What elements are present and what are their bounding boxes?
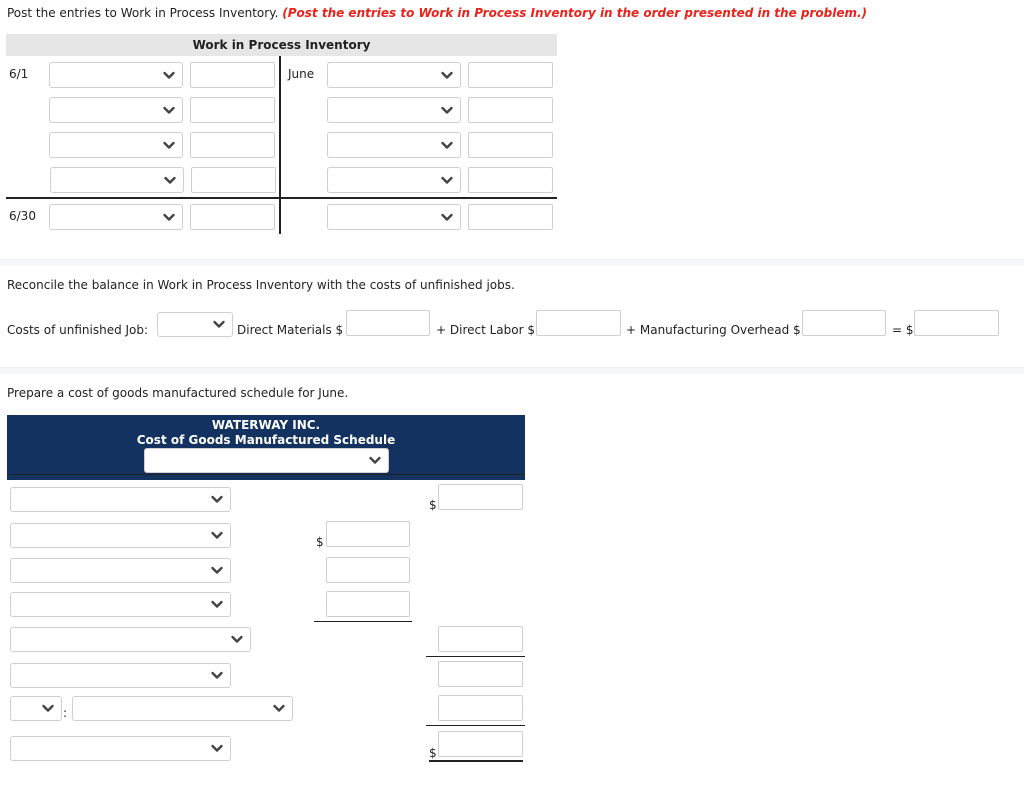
total-underline [426,725,525,726]
credit-amount-input-2[interactable] [468,97,553,123]
t-account-vertical-line [279,56,281,234]
debit-account-select-2[interactable] [49,97,183,123]
credit-amount-input-1[interactable] [468,62,553,88]
chevron-down-icon [162,138,176,152]
direct-labor-label: + Direct Labor $ [436,323,535,337]
colon-separator: : [63,706,68,720]
direct-materials-input[interactable] [346,310,430,336]
instruction-note: (Post the entries to Work in Process Inv… [282,6,868,20]
unfinished-job-total-input[interactable] [914,310,999,336]
schedule-title: Cost of Goods Manufactured Schedule [136,433,396,447]
section-divider [0,367,1024,374]
company-name: WATERWAY INC. [211,418,321,432]
chevron-down-icon [210,492,224,506]
chevron-down-icon [210,597,224,611]
chevron-down-icon [41,701,55,715]
chevron-down-icon [162,68,176,82]
debit-account-select-1[interactable] [49,62,183,88]
debit-amount-input-1[interactable] [190,62,275,88]
schedule-row-2-select[interactable] [10,523,231,548]
subtotal-underline [314,621,412,622]
equals-label: = $ [892,323,914,337]
schedule-row-1-select[interactable] [10,487,231,512]
schedule-row-7-select[interactable] [72,696,293,721]
chevron-down-icon [210,741,224,755]
period-select[interactable] [144,448,389,473]
schedule-row-5-col2-input[interactable] [438,626,523,652]
schedule-row-6-select[interactable] [10,663,231,688]
direct-materials-label: Direct Materials $ [237,323,344,337]
instruction-main: Post the entries to Work in Process Inve… [7,6,279,20]
header-underline [9,474,525,475]
schedule-row-4-col1-input[interactable] [326,591,410,617]
debit-amount-input-3[interactable] [190,132,275,158]
credit-account-select-4[interactable] [327,167,461,193]
currency-symbol: $ [429,498,437,512]
currency-symbol: $ [429,746,437,760]
debit-account-select-3[interactable] [49,132,183,158]
schedule-row-7-prefix-select[interactable] [10,696,62,721]
double-underline [429,760,523,762]
total-underline [426,656,525,657]
debit-account-select-4[interactable] [50,167,184,193]
chevron-down-icon [162,210,176,224]
manufacturing-overhead-label: + Manufacturing Overhead $ [626,323,801,337]
credit-amount-input-3[interactable] [468,132,553,158]
credit-amount-input-5[interactable] [468,204,553,230]
direct-labor-input[interactable] [536,310,621,336]
credit-account-select-3[interactable] [327,132,461,158]
chevron-down-icon [163,173,177,187]
chevron-down-icon [210,563,224,577]
ending-balance-account-select[interactable] [49,204,183,230]
t-account-title: Work in Process Inventory [6,34,557,56]
credit-date-label: June [288,67,315,81]
section-divider [0,259,1024,266]
credit-amount-input-4[interactable] [468,167,553,193]
chevron-down-icon [212,317,226,331]
unfinished-job-select[interactable] [157,312,233,337]
currency-symbol: $ [316,535,324,549]
chevron-down-icon [440,138,454,152]
debit-amount-input-2[interactable] [190,97,275,123]
chevron-down-icon [272,701,286,715]
schedule-instruction: Prepare a cost of goods manufactured sch… [7,386,349,400]
debit-date-label: 6/1 [9,67,29,81]
schedule-row-8-select[interactable] [10,736,231,761]
chevron-down-icon [230,632,244,646]
schedule-row-7-col2-input[interactable] [438,695,523,721]
chevron-down-icon [440,68,454,82]
credit-account-select-5[interactable] [327,204,461,230]
debit-amount-input-4[interactable] [191,167,276,193]
cost-of-goods-manufactured-input[interactable] [438,731,523,757]
chevron-down-icon [440,173,454,187]
t-account-balance-line [6,197,557,199]
schedule-row-1-col2-input[interactable] [438,484,523,510]
chevron-down-icon [210,668,224,682]
credit-account-select-2[interactable] [327,97,461,123]
chevron-down-icon [440,103,454,117]
schedule-row-5-select[interactable] [10,627,251,652]
reconcile-instruction: Reconcile the balance in Work in Process… [7,278,515,292]
schedule-row-3-col1-input[interactable] [326,557,410,583]
credit-account-select-1[interactable] [327,62,461,88]
manufacturing-overhead-input[interactable] [802,310,886,336]
chevron-down-icon [210,528,224,542]
unfinished-job-label: Costs of unfinished Job: [7,323,149,337]
chevron-down-icon [440,210,454,224]
instruction-text: Post the entries to Work in Process Inve… [7,6,867,20]
schedule-row-4-select[interactable] [10,592,231,617]
chevron-down-icon [368,453,382,467]
schedule-row-2-col1-input[interactable] [326,521,410,547]
schedule-row-3-select[interactable] [10,558,231,583]
ending-balance-amount-input[interactable] [190,204,275,230]
schedule-row-6-col2-input[interactable] [438,661,523,687]
chevron-down-icon [162,103,176,117]
ending-balance-date-label: 6/30 [9,209,36,223]
